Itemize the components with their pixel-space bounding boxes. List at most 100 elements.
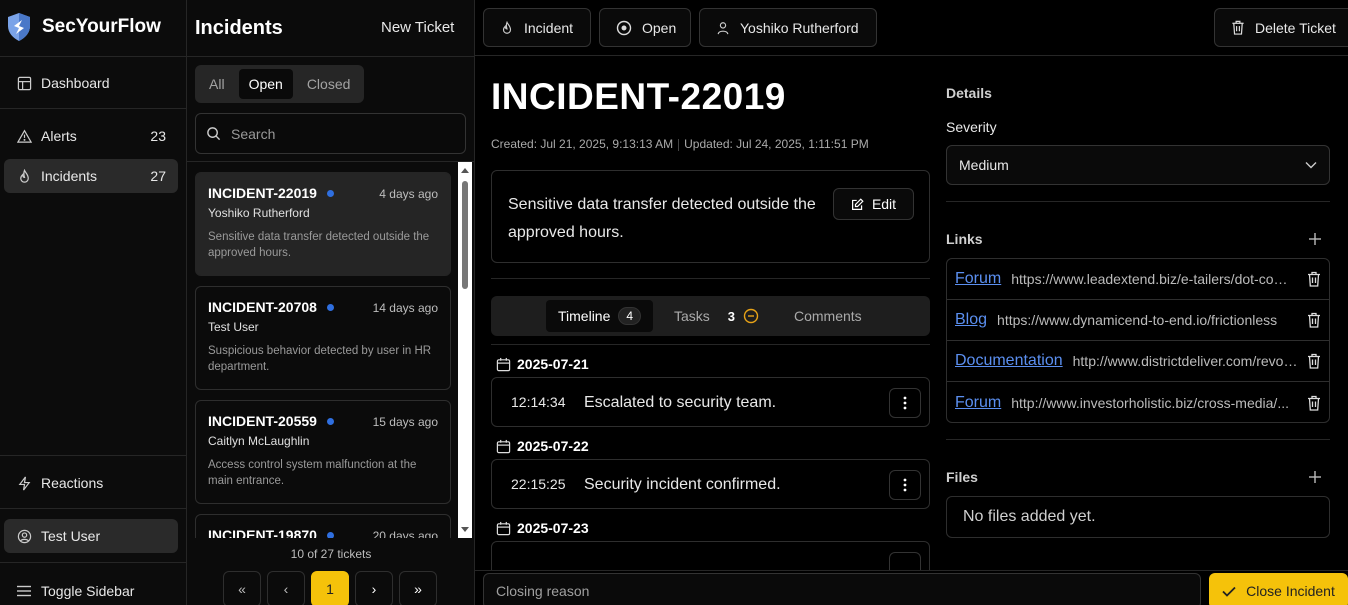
ticket-id: INCIDENT-20708 (208, 299, 317, 315)
scroll-up-arrow[interactable] (461, 168, 469, 173)
link-url[interactable]: http://www.districtdeliver.com/revolutio… (1073, 353, 1299, 369)
link-name[interactable]: Blog (955, 311, 987, 329)
status-circle-icon (616, 20, 632, 36)
ticket-age: 4 days ago (379, 187, 438, 201)
list-footer: 10 of 27 tickets « ‹ 1 › » (187, 538, 475, 605)
more-vertical-icon (903, 478, 907, 492)
ticket-id: INCIDENT-19870 (208, 527, 317, 538)
trash-icon[interactable] (1307, 271, 1323, 287)
details-header: Details (946, 85, 992, 101)
add-file-button[interactable] (1308, 470, 1322, 484)
sidebar-item-label: Alerts (41, 128, 77, 144)
entry-text: Security incident confirmed. (584, 476, 781, 493)
timeline-date: 2025-07-21 (496, 356, 589, 372)
close-incident-button[interactable]: Close Incident (1209, 573, 1348, 605)
ticket-user: Yoshiko Rutherford (208, 206, 310, 220)
scroll-down-arrow[interactable] (461, 527, 469, 532)
toggle-sidebar-label: Toggle Sidebar (41, 583, 135, 599)
owner-label: Yoshiko Rutherford (740, 19, 859, 36)
files-empty-state: No files added yet. (946, 496, 1330, 538)
entry-menu-button[interactable] (889, 552, 921, 570)
sidebar-item-dashboard[interactable]: Dashboard (4, 66, 178, 100)
severity-select[interactable]: Medium (946, 145, 1330, 185)
app-name: SecYourFlow (42, 16, 161, 37)
links-list: Forum https://www.leadextend.biz/e-taile… (946, 258, 1330, 423)
link-name[interactable]: Documentation (955, 352, 1063, 370)
tab-tasks[interactable]: Tasks 3 (662, 300, 771, 332)
link-name[interactable]: Forum (955, 394, 1001, 412)
entry-menu-button[interactable] (889, 470, 921, 500)
filter-closed[interactable]: Closed (297, 69, 361, 99)
ticket-detail: INCIDENT-22019 Created: Jul 21, 2025, 9:… (475, 56, 930, 570)
delete-ticket-label: Delete Ticket (1255, 19, 1336, 36)
ticket-card[interactable]: INCIDENT-22019 4 days ago Yoshiko Ruther… (195, 172, 451, 276)
divider (0, 56, 187, 57)
ticket-list-scrollbar[interactable] (458, 162, 472, 538)
ticket-card[interactable]: INCIDENT-19870 20 days ago (195, 514, 451, 538)
closing-reason-input[interactable] (496, 574, 1188, 605)
alert-triangle-icon (16, 128, 32, 144)
filter-open[interactable]: Open (238, 69, 293, 99)
new-ticket-button[interactable]: New Ticket (381, 19, 454, 36)
closing-reason-field (483, 573, 1201, 605)
user-menu[interactable]: Test User (4, 519, 178, 553)
delete-ticket-button[interactable]: Delete Ticket (1214, 8, 1348, 47)
next-page-button[interactable]: › (355, 571, 393, 605)
divider (0, 508, 187, 509)
status-button[interactable]: Open (599, 8, 691, 47)
first-page-button[interactable]: « (223, 571, 261, 605)
incident-description: Sensitive data transfer detected outside… (508, 196, 816, 241)
sidebar-item-incidents[interactable]: Incidents 27 (4, 159, 178, 193)
link-url[interactable]: https://www.leadextend.biz/e-tailers/dot… (1011, 271, 1299, 287)
user-circle-icon (16, 528, 32, 544)
ticket-card[interactable]: INCIDENT-20559 15 days ago Caitlyn McLau… (195, 400, 451, 504)
description-box: Sensitive data transfer detected outside… (491, 170, 930, 263)
link-url[interactable]: https://www.dynamicend-to-end.io/frictio… (997, 312, 1299, 328)
type-button[interactable]: Incident (483, 8, 591, 47)
link-row: Documentation http://www.districtdeliver… (947, 341, 1329, 382)
trash-icon[interactable] (1307, 312, 1323, 328)
link-name[interactable]: Forum (955, 270, 1001, 288)
last-page-button[interactable]: » (399, 571, 437, 605)
ticket-age: 14 days ago (372, 301, 438, 315)
ticket-list-panel: Incidents New Ticket All Open Closed INC… (187, 0, 475, 605)
ticket-card[interactable]: INCIDENT-20708 14 days ago Test User Sus… (195, 286, 451, 390)
toggle-sidebar-button[interactable]: Toggle Sidebar (4, 574, 178, 605)
timestamps: Created: Jul 21, 2025, 9:13:13 AM Updated… (491, 137, 869, 151)
divider (946, 439, 1330, 440)
close-bar: Close Incident (475, 570, 1348, 605)
entry-menu-button[interactable] (889, 388, 921, 418)
tab-timeline[interactable]: Timeline 4 (546, 300, 654, 332)
owner-button[interactable]: Yoshiko Rutherford (699, 8, 877, 47)
tab-comments[interactable]: Comments (782, 300, 874, 332)
alerts-count: 23 (150, 128, 166, 144)
ticket-description: Suspicious behavior detected by user in … (208, 345, 432, 373)
add-link-button[interactable] (1308, 232, 1322, 246)
link-row: Forum https://www.leadextend.biz/e-taile… (947, 259, 1329, 300)
divider (0, 455, 187, 456)
sidebar-item-alerts[interactable]: Alerts 23 (4, 119, 178, 153)
trash-icon[interactable] (1307, 395, 1323, 411)
entry-time: 22:15:25 (511, 476, 566, 492)
calendar-icon (496, 521, 511, 536)
current-page-button[interactable]: 1 (311, 571, 349, 605)
link-url[interactable]: http://www.investorholistic.biz/cross-me… (1011, 395, 1299, 411)
close-incident-label: Close Incident (1246, 583, 1335, 599)
severity-value: Medium (959, 157, 1009, 173)
scrollbar-thumb[interactable] (462, 181, 468, 289)
timeline-count: 4 (618, 307, 642, 325)
search-input[interactable] (231, 125, 451, 142)
divider (0, 108, 187, 109)
page-title: Incidents (195, 17, 283, 39)
brand[interactable]: SecYourFlow (6, 12, 161, 42)
sidebar-item-label: Dashboard (41, 75, 110, 91)
edit-description-button[interactable]: Edit (833, 188, 914, 220)
prev-page-button[interactable]: ‹ (267, 571, 305, 605)
sidebar-item-reactions[interactable]: Reactions (4, 466, 178, 500)
flame-icon (16, 168, 32, 184)
trash-icon[interactable] (1307, 353, 1323, 369)
filter-all[interactable]: All (199, 69, 235, 99)
created-timestamp: Created: Jul 21, 2025, 9:13:13 AM (491, 137, 674, 151)
flame-icon (500, 20, 514, 35)
ticket-id: INCIDENT-20559 (208, 413, 317, 429)
